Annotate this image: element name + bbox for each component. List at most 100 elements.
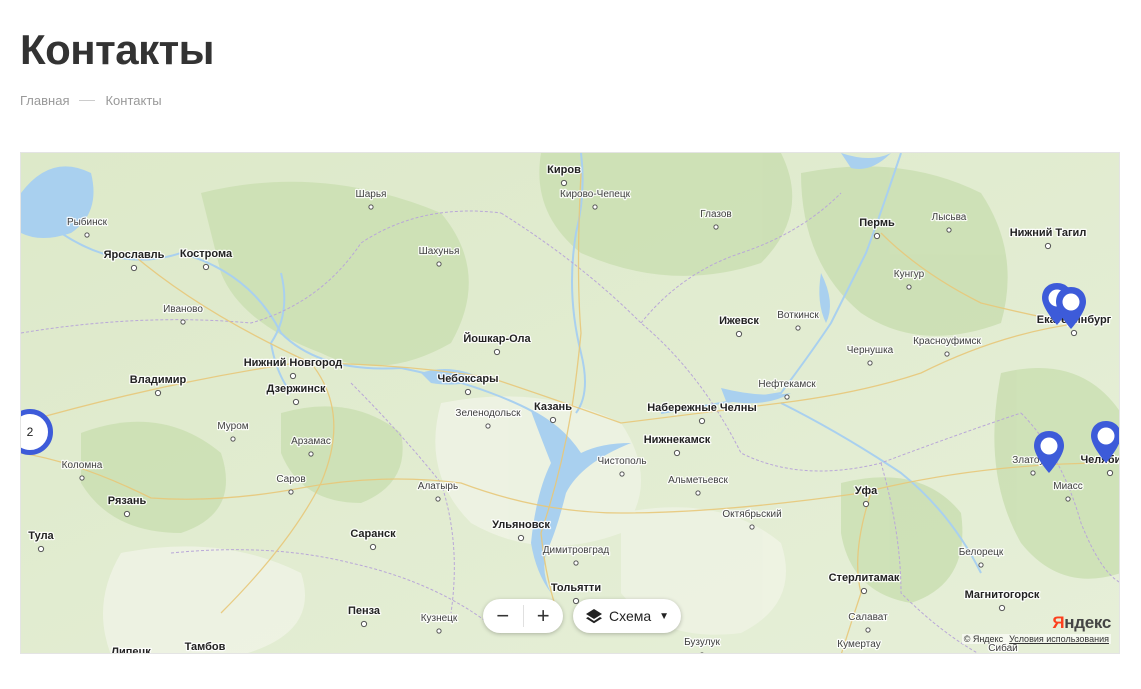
city-dot	[1065, 496, 1071, 502]
map-type-label: Схема	[609, 608, 652, 624]
city-label: Саров	[276, 474, 305, 485]
city-label: Казань	[534, 401, 572, 413]
city-dot	[573, 560, 579, 566]
city-label: Тула	[28, 530, 54, 542]
city-label: Владимир	[130, 374, 187, 386]
city-dot	[180, 319, 186, 325]
city-label: Шахунья	[419, 246, 460, 257]
city-dot	[436, 261, 442, 267]
city-label: Лысьва	[932, 212, 967, 223]
city-label: Муром	[217, 421, 248, 432]
city-dot	[368, 204, 374, 210]
city-dot	[1106, 469, 1114, 477]
city-label: Миасс	[1053, 481, 1082, 492]
city-label: Киров	[547, 164, 581, 176]
map-copyright: © Яндекс Условия использования	[961, 634, 1111, 644]
location-marker-chelyabinsk[interactable]	[1088, 419, 1120, 465]
city-dot	[592, 204, 598, 210]
breadcrumb: Главная Контакты	[20, 93, 162, 108]
zoom-control: − +	[483, 599, 563, 633]
city-label: Коломна	[62, 460, 103, 471]
city-label: Нижний Тагил	[1010, 227, 1087, 239]
zoom-in-button[interactable]: +	[523, 599, 563, 633]
city-dot	[735, 330, 743, 338]
location-marker-miass[interactable]	[1031, 429, 1067, 475]
city-dot	[308, 451, 314, 457]
terms-link[interactable]: Условия использования	[1009, 634, 1109, 644]
city-label: Тольятти	[551, 582, 601, 594]
city-label: Нижний Новгород	[244, 357, 343, 369]
city-label: Алатырь	[418, 481, 458, 492]
city-dot	[549, 416, 557, 424]
city-label: Кострома	[180, 248, 233, 260]
city-dot	[130, 264, 138, 272]
city-dot	[946, 227, 952, 233]
yandex-logo[interactable]: Яндекс	[1052, 613, 1111, 633]
copyright-text: © Яндекс	[963, 634, 1004, 644]
city-label: Арзамас	[291, 436, 331, 447]
city-dot	[493, 348, 501, 356]
city-dot	[123, 510, 131, 518]
location-marker-ekaterinburg-2[interactable]	[1053, 285, 1089, 331]
city-dot	[369, 543, 377, 551]
city-dot	[867, 360, 873, 366]
city-dot	[906, 284, 912, 290]
city-label: Липецк	[111, 646, 151, 654]
map-type-selector[interactable]: Схема ▼	[573, 599, 682, 633]
map-container[interactable]: Киров Кирово-Чепецк Шарья Глазов Пермь Лысьва…	[20, 152, 1120, 654]
city-dot	[673, 449, 681, 457]
city-label: Кунгур	[894, 269, 925, 280]
city-dot	[749, 524, 755, 530]
city-label: Пенза	[348, 605, 381, 617]
city-label: Димитровград	[543, 545, 610, 556]
city-dot	[1070, 329, 1078, 337]
city-dot	[154, 389, 162, 397]
city-dot	[288, 489, 294, 495]
city-dot	[1044, 242, 1052, 250]
city-label: Пермь	[859, 217, 895, 229]
city-dot	[978, 562, 984, 568]
city-54: Тамбов	[183, 640, 227, 653]
city-dot	[695, 490, 701, 496]
city-dot	[360, 620, 368, 628]
city-label: Иваново	[163, 304, 203, 315]
cluster-count: 2	[26, 425, 34, 439]
city-label: Ульяновск	[492, 519, 550, 531]
layers-icon	[586, 609, 602, 624]
city-label: Уфа	[855, 485, 878, 497]
city-dot	[485, 423, 491, 429]
city-label: Нефтекамск	[758, 378, 816, 390]
city-label: Чернушка	[847, 345, 894, 356]
city-label: Красноуфимск	[913, 335, 981, 347]
city-label: Глазов	[700, 209, 731, 220]
city-label: Рязань	[108, 495, 147, 507]
city-dot	[862, 500, 870, 508]
city-label: Стерлитамак	[829, 572, 900, 584]
city-label: Ярославль	[104, 249, 165, 261]
city-label: Октябрьский	[722, 508, 781, 520]
breadcrumb-separator	[79, 100, 96, 101]
map-canvas[interactable]: Киров Кирово-Чепецк Шарья Глазов Пермь Лысьва…	[21, 153, 1120, 654]
city-dot	[998, 604, 1006, 612]
city-dot	[517, 534, 525, 542]
city-dot	[784, 394, 790, 400]
city-label: Кумертау	[837, 639, 880, 650]
breadcrumb-home-link[interactable]: Главная	[20, 93, 69, 108]
city-dot	[700, 652, 704, 653]
city-dot	[436, 628, 442, 634]
city-55: Липецк	[110, 645, 153, 654]
city-label: Чистополь	[597, 456, 646, 467]
city-label: Альметьевск	[668, 475, 728, 486]
city-label: Шарья	[356, 189, 387, 200]
city-dot	[289, 372, 297, 380]
city-label: Воткинск	[777, 310, 819, 321]
city-dot	[865, 627, 871, 633]
city-dot	[873, 232, 881, 240]
city-dot	[944, 351, 950, 357]
city-label: Рыбинск	[67, 216, 108, 228]
chevron-down-icon: ▼	[659, 610, 670, 622]
city-dot	[560, 179, 568, 187]
city-dot	[464, 388, 472, 396]
zoom-out-button[interactable]: −	[483, 599, 523, 633]
city-dot	[713, 224, 719, 230]
